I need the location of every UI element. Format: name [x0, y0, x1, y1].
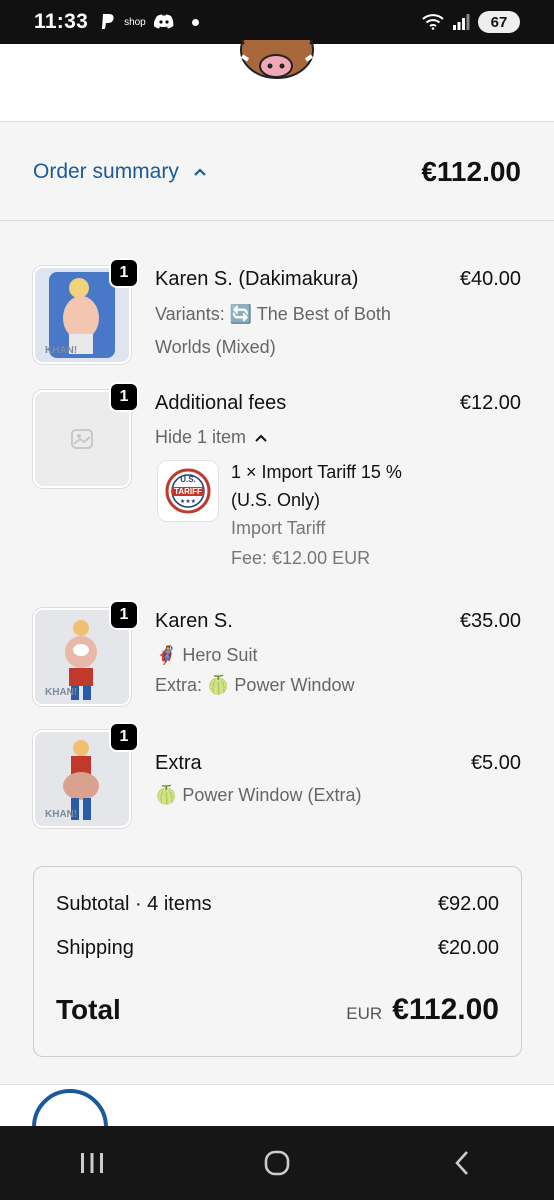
- shipping-value: €20.00: [437, 937, 499, 959]
- quantity-badge: 1: [109, 722, 139, 752]
- status-time: 11:33: [34, 10, 89, 33]
- battery-indicator: 67: [478, 11, 520, 33]
- status-bar: 11:33 shop 67: [0, 0, 554, 44]
- tariff-region: (U.S. Only): [231, 490, 321, 510]
- watermark-label: KHAN!: [45, 687, 78, 698]
- signal-icon: [453, 14, 470, 30]
- discord-icon: [153, 14, 174, 29]
- item-price: €5.00: [470, 752, 521, 774]
- tariff-badge-bottom: ★★★: [179, 499, 197, 505]
- recent-apps-icon[interactable]: [79, 1151, 105, 1175]
- chevron-up-icon[interactable]: [193, 165, 207, 179]
- total-currency: EUR: [346, 1004, 383, 1023]
- quantity-badge: 1: [109, 382, 139, 412]
- status-system-icons: 67: [422, 11, 520, 33]
- chevron-up-icon[interactable]: [254, 432, 268, 444]
- partial-logo-icon: [32, 1089, 108, 1127]
- item-extra: Extra: 🍈 Power Window: [155, 675, 355, 695]
- home-button[interactable]: [247, 1138, 307, 1188]
- tariff-type: Import Tariff: [231, 518, 326, 538]
- item-variant: 🦸‍♀️ Hero Suit: [155, 645, 258, 665]
- item-price: €12.00: [459, 392, 521, 414]
- total-label: Total: [56, 994, 121, 1025]
- wifi-icon: [422, 14, 444, 30]
- back-button[interactable]: [432, 1138, 492, 1188]
- line-item: KHAN! 1 Extra €5.00 🍈 Power Window (Extr…: [33, 722, 523, 840]
- paypal-icon: [102, 14, 114, 29]
- shop-logo-boar-icon[interactable]: [236, 40, 318, 82]
- shipping-row: Shipping €20.00: [56, 937, 499, 960]
- watermark-label: KHAN!: [45, 345, 78, 356]
- next-section: [0, 1084, 554, 1127]
- system-navigation-bar: [0, 1126, 554, 1200]
- grand-total-row: Total EUR €112.00: [56, 993, 499, 1027]
- total-value: €112.00: [392, 993, 499, 1026]
- order-summary-label[interactable]: Order summary: [33, 160, 179, 184]
- item-price: €35.00: [459, 610, 521, 632]
- image-placeholder-icon: [71, 429, 93, 449]
- more-notifications-dot: [191, 18, 199, 26]
- shop-header: [0, 40, 554, 122]
- line-item: KHAN! 1 Karen S. €35.00 🦸‍♀️ Hero Suit E…: [33, 600, 523, 718]
- quantity-badge: 1: [109, 258, 139, 288]
- watermark-label: KHAN!: [45, 809, 78, 820]
- subtotal-row: Subtotal · 4 items €92.00: [56, 893, 499, 916]
- subtotal-label: Subtotal · 4 items: [56, 893, 212, 915]
- tariff-name: 1 × Import Tariff 15 %: [231, 462, 402, 482]
- item-variant: 🍈 Power Window (Extra): [155, 785, 362, 805]
- quantity-badge: 1: [109, 600, 139, 630]
- item-title: Karen S. (Dakimakura): [155, 268, 359, 290]
- item-title: Extra: [155, 752, 202, 774]
- order-summary-total: €112.00: [421, 155, 521, 187]
- order-summary-toggle[interactable]: Order summary €112.00: [0, 123, 554, 221]
- tariff-thumbnail: U.S. TARIFF ★★★: [157, 460, 219, 522]
- hide-items-toggle[interactable]: Hide 1 item: [155, 422, 268, 453]
- line-item-fees: 1 Additional fees €12.00 Hide 1 item U.S…: [33, 382, 523, 590]
- home-icon[interactable]: [263, 1149, 291, 1177]
- line-item: KHAN! 1 Karen S. (Dakimakura) €40.00 Var…: [33, 258, 523, 406]
- hide-items-label[interactable]: Hide 1 item: [155, 422, 246, 453]
- status-notification-icons: shop: [100, 13, 199, 31]
- total-amount-group: EUR €112.00: [346, 993, 499, 1027]
- item-price: €40.00: [459, 268, 521, 290]
- shop-icon: shop: [124, 16, 146, 28]
- item-title: Additional fees: [155, 392, 287, 414]
- back-icon[interactable]: [452, 1149, 472, 1177]
- recent-apps-button[interactable]: [62, 1138, 122, 1188]
- totals-box: Subtotal · 4 items €92.00 Shipping €20.0…: [33, 866, 522, 1057]
- tariff-badge-top: U.S.: [180, 475, 196, 484]
- shipping-label: Shipping: [56, 937, 134, 959]
- tariff-fee: Fee: €12.00 EUR: [231, 548, 371, 568]
- item-variants-cont: Worlds (Mixed): [155, 337, 276, 357]
- subtotal-value: €92.00: [437, 893, 499, 915]
- tariff-badge-mid: TARIFF: [174, 487, 202, 496]
- item-variants: Variants: 🔄 The Best of Both: [155, 304, 391, 324]
- battery-level: 67: [490, 13, 508, 31]
- item-title: Karen S.: [155, 610, 233, 632]
